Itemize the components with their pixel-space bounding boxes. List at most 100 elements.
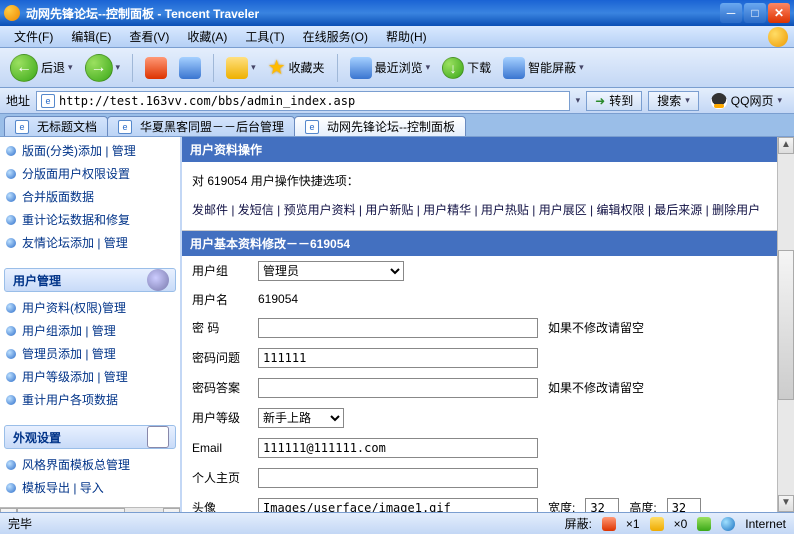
quick-links[interactable]: 发邮件 | 发短信 | 预览用户资料 | 用户新贴 | 用户精华 | 用户热贴 … — [192, 199, 784, 222]
stop-button[interactable] — [141, 55, 171, 81]
go-button[interactable]: ➜转到 — [586, 91, 642, 111]
sidebar-item[interactable]: 用户等级添加 | 管理 — [6, 365, 180, 388]
block-count-0: ×0 — [674, 517, 688, 531]
label-homepage: 个人主页 — [192, 469, 248, 486]
sidebar-item[interactable]: 模板导出 | 导入 — [6, 476, 180, 499]
input-email[interactable] — [258, 438, 538, 458]
back-label: 后退 — [41, 59, 65, 76]
panel-user-ops-title: 用户资料操作 — [182, 137, 794, 162]
label-width: 宽度: — [548, 499, 575, 512]
select-usergroup[interactable]: 管理员 — [258, 261, 404, 281]
section-appearance[interactable]: 外观设置 — [4, 425, 176, 449]
tt-logo-icon — [768, 27, 788, 47]
bullet-icon — [6, 349, 16, 359]
label-level: 用户等级 — [192, 409, 248, 426]
tab-dvbbs[interactable]: e动网先锋论坛--控制面板 — [294, 116, 466, 136]
refresh-button[interactable] — [175, 55, 205, 81]
input-height[interactable] — [667, 498, 701, 512]
qq-webpage-button[interactable]: QQ网页 ▾ — [705, 92, 788, 109]
refresh-icon — [179, 57, 201, 79]
sidebar-item-label: 管理员添加 | 管理 — [22, 345, 116, 362]
close-button[interactable]: ✕ — [768, 3, 790, 23]
recent-button[interactable]: 最近浏览 ▾ — [346, 55, 435, 81]
sidebar-item-label: 分版面用户权限设置 — [22, 165, 130, 182]
tab-huaxia[interactable]: e 华夏黑客同盟－－后台管理 — [107, 116, 295, 136]
page-icon: e — [118, 120, 132, 134]
qq-label: QQ网页 — [731, 92, 774, 109]
home-icon — [226, 57, 248, 79]
favorites-button[interactable]: ★ 收藏夹 — [264, 53, 329, 82]
scroll-down-icon[interactable]: ▼ — [778, 495, 794, 512]
recent-label: 最近浏览 — [375, 59, 423, 76]
main-v-scrollbar[interactable]: ▲ ▼ — [777, 137, 794, 512]
menu-view[interactable]: 查看(V) — [121, 26, 177, 47]
maximize-button[interactable]: □ — [744, 3, 766, 23]
download-button[interactable]: ↓ 下载 — [438, 55, 495, 81]
scroll-thumb[interactable] — [778, 250, 794, 400]
tab-strip: e无标题文档 e 华夏黑客同盟－－后台管理 e动网先锋论坛--控制面板 — [0, 114, 794, 136]
label-avatar: 头像 — [192, 499, 248, 512]
sidebar-item[interactable]: 分版面用户权限设置 — [6, 162, 180, 185]
star-icon: ★ — [268, 55, 286, 80]
popup-block-icon[interactable] — [602, 517, 616, 531]
float-block-icon[interactable] — [650, 517, 664, 531]
menu-file[interactable]: 文件(F) — [6, 26, 61, 47]
app-icon — [4, 5, 20, 21]
stop-icon — [145, 57, 167, 79]
input-question[interactable] — [258, 348, 538, 368]
smartblock-label: 智能屏蔽 — [528, 59, 576, 76]
input-answer[interactable] — [258, 378, 538, 398]
input-avatar[interactable] — [258, 498, 538, 512]
sidebar-item[interactable]: 重计论坛数据和修复 — [6, 208, 180, 231]
menu-help[interactable]: 帮助(H) — [378, 26, 435, 47]
menu-tools[interactable]: 工具(T) — [237, 26, 292, 47]
bullet-icon — [6, 169, 16, 179]
back-button[interactable]: ← 后退 ▾ — [6, 52, 77, 84]
address-label: 地址 — [6, 92, 30, 109]
tab-label: 动网先锋论坛--控制面板 — [327, 118, 455, 135]
minimize-button[interactable]: ─ — [720, 3, 742, 23]
url-input[interactable]: e http://test.163vv.com/bbs/admin_index.… — [36, 91, 570, 111]
input-width[interactable] — [585, 498, 619, 512]
section-user-manage[interactable]: 用户管理 — [4, 268, 176, 292]
scroll-up-icon[interactable]: ▲ — [778, 137, 794, 154]
favorites-label: 收藏夹 — [289, 59, 325, 76]
sidebar-item[interactable]: 版面(分类)添加 | 管理 — [6, 139, 180, 162]
label-pwd: 密 码 — [192, 319, 248, 336]
sidebar-item[interactable]: 管理员添加 | 管理 — [6, 342, 180, 365]
input-homepage[interactable] — [258, 468, 538, 488]
sidebar-item-label: 版面(分类)添加 | 管理 — [22, 142, 136, 159]
forward-button[interactable]: → ▾ — [81, 52, 125, 84]
bullet-icon — [6, 460, 16, 470]
label-height: 高度: — [629, 499, 656, 512]
sidebar-item[interactable]: 用户资料(权限)管理 — [6, 296, 180, 319]
menu-favorites[interactable]: 收藏(A) — [179, 26, 235, 47]
chevron-down-icon[interactable]: ▾ — [576, 95, 581, 106]
handler-icon[interactable] — [697, 517, 711, 531]
sidebar-item[interactable]: 风格界面模板总管理 — [6, 453, 180, 476]
label-answer: 密码答案 — [192, 379, 248, 396]
sidebar-item[interactable]: 重计用户各项数据 — [6, 388, 180, 411]
zone-label: Internet — [745, 517, 786, 531]
menu-online[interactable]: 在线服务(O) — [295, 26, 376, 47]
qq-penguin-icon — [711, 93, 727, 109]
toolbar: ← 后退 ▾ → ▾ ▾ ★ 收藏夹 最近浏览 ▾ ↓ 下载 智能屏蔽 ▾ — [0, 48, 794, 88]
download-icon: ↓ — [442, 57, 464, 79]
shield-icon — [503, 57, 525, 79]
input-password[interactable] — [258, 318, 538, 338]
sidebar-item[interactable]: 用户组添加 | 管理 — [6, 319, 180, 342]
sidebar-item[interactable]: 合并版面数据 — [6, 185, 180, 208]
tab-untitled[interactable]: e无标题文档 — [4, 116, 108, 136]
section-label: 用户管理 — [13, 272, 61, 289]
home-button[interactable]: ▾ — [222, 55, 260, 81]
menu-edit[interactable]: 编辑(E) — [63, 26, 119, 47]
chevron-down-icon: ▾ — [116, 62, 121, 73]
select-userlevel[interactable]: 新手上路 — [258, 408, 344, 428]
note-answer: 如果不修改请留空 — [548, 379, 644, 396]
tab-label: 华夏黑客同盟－－后台管理 — [140, 118, 284, 135]
smartblock-button[interactable]: 智能屏蔽 ▾ — [499, 55, 588, 81]
search-button[interactable]: 搜索▾ — [648, 91, 699, 111]
window-title: 动网先锋论坛--控制面板 - Tencent Traveler — [26, 5, 720, 22]
value-username: 619054 — [258, 292, 298, 306]
sidebar-item[interactable]: 友情论坛添加 | 管理 — [6, 231, 180, 254]
